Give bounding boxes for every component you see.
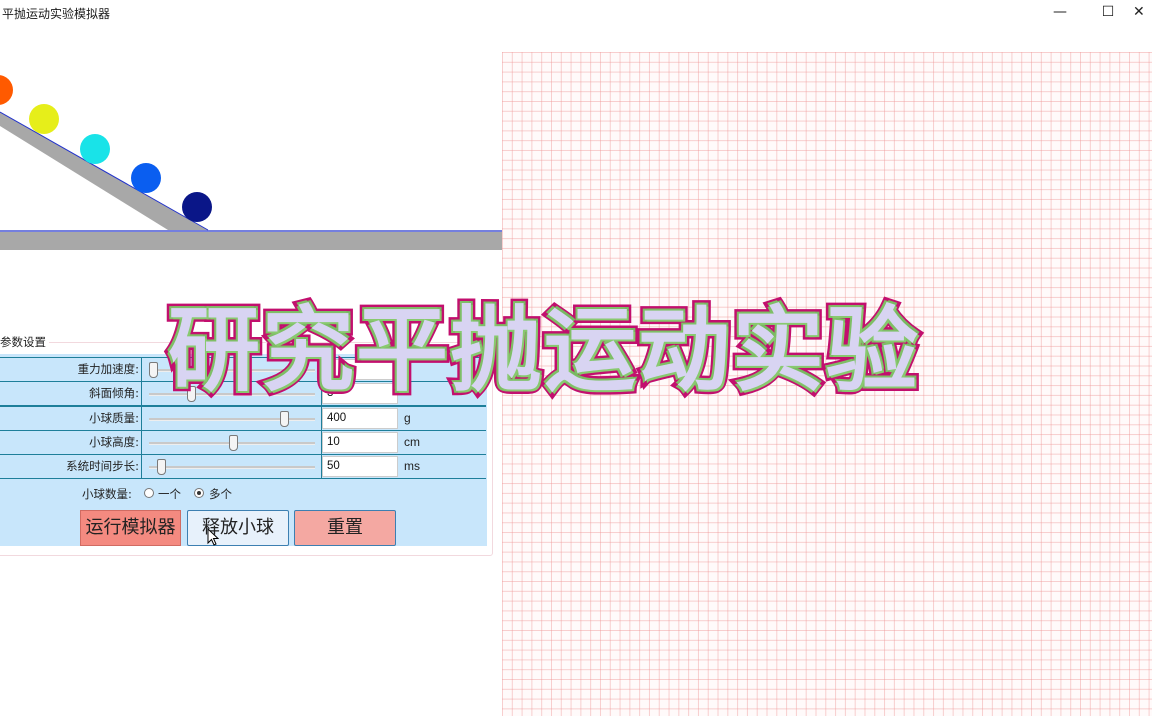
slider-thumb[interactable] xyxy=(149,362,158,378)
radio-multiple-label[interactable]: 多个 xyxy=(209,486,232,502)
overlay-title: 研究平抛运动实验 xyxy=(163,293,922,409)
release-ball-button[interactable]: 释放小球 xyxy=(187,510,289,546)
ball-count-label-wrap: 小球数量: xyxy=(82,486,132,502)
param-unit: ms xyxy=(404,459,420,473)
ball-4 xyxy=(131,163,161,193)
ball-2 xyxy=(29,104,59,134)
slider-thumb[interactable] xyxy=(229,435,238,451)
slider-track[interactable] xyxy=(149,418,315,421)
param-slider[interactable] xyxy=(143,455,322,478)
ramp-edge-line xyxy=(0,111,209,231)
ball-1 xyxy=(0,75,13,105)
param-value-input[interactable]: 10 xyxy=(322,432,398,453)
param-row: 小球质量: 400 g xyxy=(0,406,486,431)
balls-group xyxy=(0,75,212,222)
params-group-title: 参数设置 xyxy=(0,334,49,350)
run-simulator-button[interactable]: 运行模拟器 xyxy=(80,510,181,546)
slider-thumb[interactable] xyxy=(280,411,290,427)
slider-track[interactable] xyxy=(149,466,315,469)
param-label: 小球质量: xyxy=(0,407,142,430)
window-title: 平抛运动实验模拟器 xyxy=(2,7,111,21)
param-label: 小球高度: xyxy=(0,431,142,454)
radio-single-label[interactable]: 一个 xyxy=(158,486,181,502)
radio-single[interactable] xyxy=(144,488,154,498)
close-icon[interactable]: ✕ xyxy=(1133,0,1152,26)
slider-thumb[interactable] xyxy=(157,459,166,475)
title-bar: 平抛运动实验模拟器 — ☐ ✕ xyxy=(0,0,1152,26)
mouse-cursor-icon xyxy=(207,528,220,546)
ball-3 xyxy=(80,134,110,164)
param-label: 斜面倾角: xyxy=(0,382,142,405)
param-unit: cm xyxy=(404,435,420,449)
ball-count-label: 小球数量: xyxy=(82,487,132,501)
overlay-headline: 研究平抛运动实验 xyxy=(163,276,998,409)
param-row: 小球高度: 10 cm xyxy=(0,430,486,455)
param-unit: g xyxy=(404,411,411,425)
minimize-icon[interactable]: — xyxy=(1037,0,1083,26)
param-slider[interactable] xyxy=(143,431,322,454)
reset-button[interactable]: 重置 xyxy=(294,510,396,546)
param-value-input[interactable]: 400 xyxy=(322,408,398,429)
simulation-canvas xyxy=(0,75,503,250)
ball-5 xyxy=(182,192,212,222)
ground xyxy=(0,232,503,250)
param-slider[interactable] xyxy=(143,407,322,430)
param-value-input[interactable]: 50 xyxy=(322,456,398,477)
param-label: 重力加速度: xyxy=(0,358,142,381)
param-label: 系统时间步长: xyxy=(0,455,142,478)
radio-multiple[interactable] xyxy=(194,488,204,498)
param-row: 系统时间步长: 50 ms xyxy=(0,454,486,479)
maximize-icon[interactable]: ☐ xyxy=(1085,0,1131,26)
